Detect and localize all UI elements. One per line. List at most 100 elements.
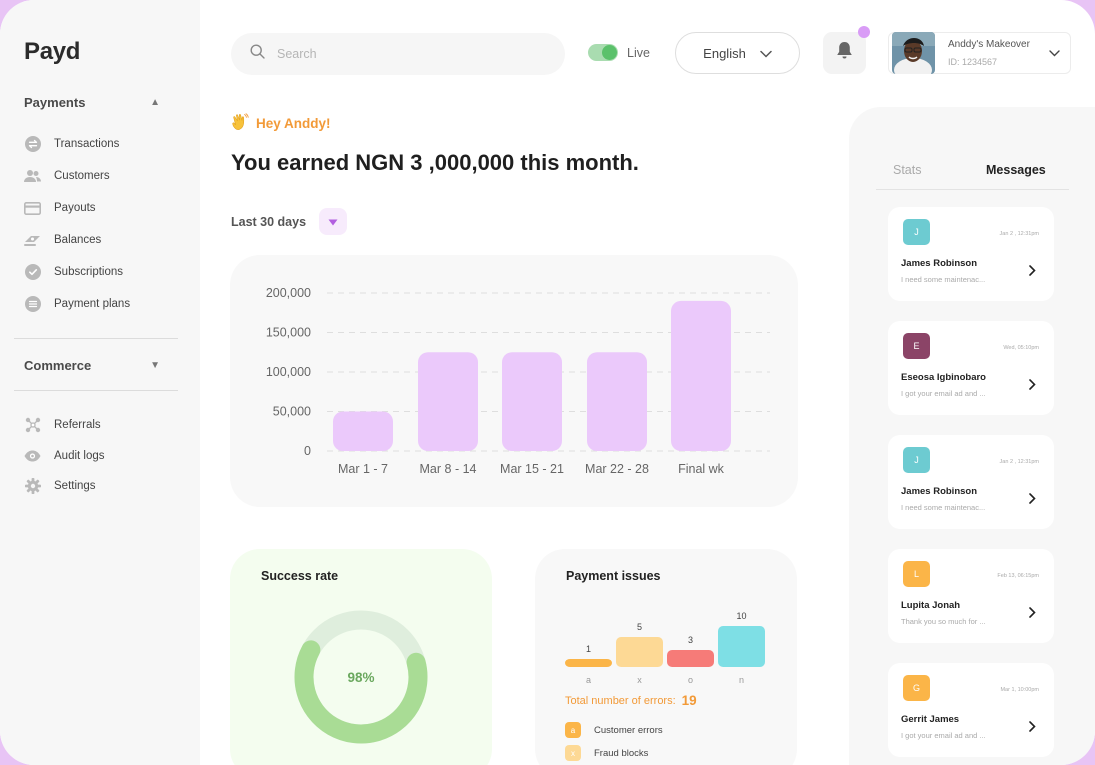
sidebar-item-audit-logs[interactable]: Audit logs (24, 441, 184, 472)
message-time: Jan 2 , 12:31pm (999, 231, 1039, 237)
sidebar-item-payouts[interactable]: Payouts (24, 192, 184, 224)
legend-item: a Customer errors (565, 722, 663, 738)
users-icon (24, 168, 41, 185)
message-preview: I got your email ad and ... (901, 731, 986, 740)
chart-bar (418, 352, 478, 451)
live-toggle[interactable]: Live (588, 44, 650, 61)
y-tick-label: 0 (304, 444, 311, 458)
issue-category-label: o (688, 675, 693, 685)
issues-total-label: Total number of errors: (565, 694, 676, 707)
period-label: Last 30 days (231, 214, 307, 229)
period-selector: Last 30 days (231, 208, 348, 235)
issue-value-label: 1 (586, 644, 591, 654)
issues-total-value: 19 (681, 693, 697, 708)
x-tick-label: Mar 1 - 7 (338, 462, 388, 476)
sidebar-item-transactions[interactable]: Transactions (24, 128, 184, 160)
money-icon (24, 232, 41, 249)
period-dropdown-button[interactable] (319, 208, 348, 235)
legend-swatch: x (565, 745, 581, 761)
gear-icon (24, 478, 41, 495)
success-rate-value: 98% (347, 670, 374, 685)
message-time: Wed, 05:10pm (1003, 345, 1039, 351)
y-tick-label: 200,000 (266, 286, 311, 300)
message-avatar: J (903, 447, 930, 473)
message-sender: Gerrit James (901, 714, 960, 725)
sidebar-item-referrals[interactable]: Referrals (24, 410, 184, 441)
notifications-button[interactable] (823, 26, 870, 74)
payment-issues-chart: 1 a 5 x 3 o 10 n (565, 611, 765, 685)
message-avatar: J (903, 219, 930, 245)
message-time: Mar 1, 10:00pm (1000, 687, 1039, 693)
sidebar-item-payment-plans[interactable]: Payment plans (24, 288, 184, 320)
main-content: Live English Anddy's Makeover ID: 123456… (200, 0, 1095, 765)
profile-menu[interactable]: Anddy's Makeover ID: 1234567 (888, 32, 1071, 74)
success-rate-card: Success rate 98% (230, 549, 492, 765)
tab-divider (876, 189, 1069, 190)
sidebar: Payd Payments ▲ Transactions Customers P… (0, 0, 200, 765)
tab-messages[interactable]: Messages (986, 163, 1046, 177)
sidebar-item-label: Subscriptions (54, 266, 124, 278)
x-tick-label: Mar 8 - 14 (420, 462, 477, 476)
greeting: Hey Anddy! (231, 113, 331, 134)
issue-value-label: 10 (736, 611, 746, 621)
chevron-right-icon[interactable] (1029, 719, 1036, 737)
success-rate-donut: 98% (294, 610, 428, 744)
list-icon (24, 296, 41, 313)
y-tick-label: 50,000 (273, 405, 311, 419)
message-card[interactable]: E Wed, 05:10pm Eseosa Igbinobaro I got your… (888, 321, 1054, 415)
sidebar-item-subscriptions[interactable]: Subscriptions (24, 256, 184, 288)
language-select[interactable]: English (675, 32, 800, 74)
divider (14, 338, 178, 339)
message-avatar: L (903, 561, 930, 587)
chevron-right-icon[interactable] (1029, 605, 1036, 623)
message-card[interactable]: G Mar 1, 10:00pm Gerrit James I got your em… (888, 663, 1054, 757)
sidebar-item-balances[interactable]: Balances (24, 224, 184, 256)
section-payments[interactable]: Payments ▲ (24, 95, 160, 110)
x-tick-label: Mar 15 - 21 (500, 462, 564, 476)
live-label: Live (627, 45, 650, 60)
issue-value-label: 5 (637, 622, 642, 632)
chevron-right-icon[interactable] (1029, 377, 1036, 395)
chevron-right-icon[interactable] (1029, 491, 1036, 509)
chevron-down-icon: ▼ (150, 360, 160, 371)
card-title: Success rate (261, 569, 339, 583)
message-sender: Lupita Jonah (901, 600, 961, 611)
chevron-right-icon[interactable] (1029, 263, 1036, 281)
search-icon (250, 44, 265, 64)
chevron-down-icon (1049, 44, 1060, 62)
payment-issues-card: Payment issues 1 a 5 x 3 o 10 n Total number of… (535, 549, 797, 765)
language-value: English (703, 45, 746, 61)
issue-value-label: 3 (688, 635, 693, 645)
check-circle-icon (24, 264, 41, 281)
greeting-text: Hey Anddy! (256, 116, 331, 131)
sidebar-item-label: Transactions (54, 138, 120, 150)
network-icon (24, 417, 41, 434)
search-input[interactable] (277, 47, 537, 61)
y-tick-label: 150,000 (266, 326, 311, 340)
chevron-down-icon (760, 46, 772, 61)
search-bar[interactable] (231, 33, 565, 75)
payments-menu: Transactions Customers Payouts Balances (24, 128, 184, 320)
app-frame: Payd Payments ▲ Transactions Customers P… (0, 0, 1095, 765)
tab-stats[interactable]: Stats (893, 163, 922, 177)
chart-bar (671, 300, 731, 451)
footer-menu: Referrals Audit logs Settings (24, 410, 184, 502)
sidebar-item-customers[interactable]: Customers (24, 160, 184, 192)
y-tick-label: 100,000 (266, 365, 311, 379)
chart-bar (587, 352, 647, 451)
message-card[interactable]: J Jan 2 , 12:31pm James Robinson I need som… (888, 435, 1054, 529)
message-card[interactable]: J Jan 2 , 12:31pm James Robinson I need som… (888, 207, 1054, 301)
section-commerce[interactable]: Commerce ▼ (24, 358, 160, 373)
message-sender: James Robinson (901, 258, 978, 269)
x-tick-label: Final wk (678, 462, 725, 476)
issues-total: Total number of errors: 19 (565, 693, 697, 708)
divider (14, 390, 178, 391)
message-preview: I need some maintenac... (901, 275, 986, 284)
sidebar-item-settings[interactable]: Settings (24, 471, 184, 502)
logo: Payd (24, 38, 81, 65)
toggle-switch[interactable] (588, 44, 618, 61)
issue-category-label: a (586, 675, 591, 685)
message-card[interactable]: L Feb 13, 06:15pm Lupita Jonah Thank you so… (888, 549, 1054, 643)
legend-label: Customer errors (594, 724, 663, 736)
legend-swatch: a (565, 722, 581, 738)
